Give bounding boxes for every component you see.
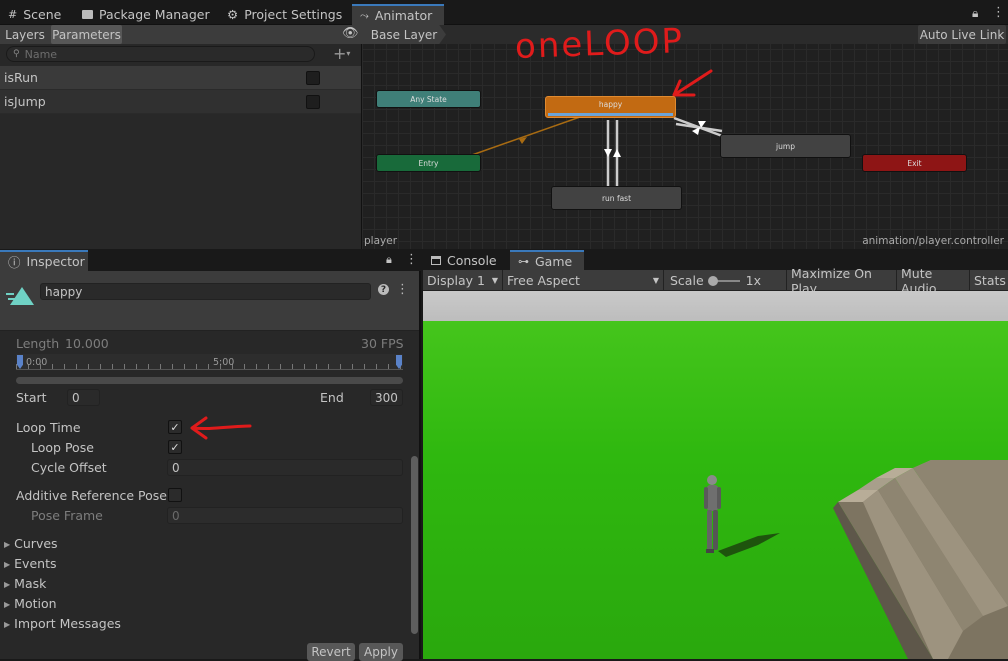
timeline-scrollbar[interactable] [16,377,403,384]
gear-icon: ⚙ [227,7,239,22]
aspect-dropdown[interactable]: Free Aspect ▼ [503,270,664,291]
check-icon: ✓ [170,420,180,434]
stairs [833,460,1008,659]
start-field[interactable]: 0 [67,389,100,406]
tab-package-manager[interactable]: Package Manager [74,4,218,25]
display-dropdown[interactable]: Display 1 ▼ [423,270,503,291]
package-icon [82,10,93,19]
tab-console[interactable]: Console [423,250,505,270]
game-viewport[interactable] [423,291,1008,659]
caret-right-icon: ▶ [4,540,11,549]
tab-project-settings[interactable]: ⚙ Project Settings [219,4,350,25]
end-field[interactable]: 300 [370,389,403,406]
tab-animator[interactable]: ⤳ Animator [352,4,444,25]
isrun-checkbox[interactable] [306,71,320,85]
loop-pose-checkbox[interactable]: ✓ [168,440,182,454]
graph-footer-right: animation/player.controller [862,235,1004,247]
start-label: Start [16,390,47,405]
console-icon [431,255,441,265]
caret-right-icon: ▶ [4,620,11,629]
foldout-curves[interactable]: ▶ Curves [4,536,58,551]
animation-clip-icon [6,287,34,305]
end-label: End [320,390,344,405]
tab-inspector[interactable]: ⓘ Inspector [0,250,88,271]
scale-control[interactable]: Scale 1x [666,270,787,291]
more-menu-icon[interactable]: ⋮ [405,252,418,267]
apply-button[interactable]: Apply [359,643,403,661]
inspector-header [0,271,419,331]
tick-label-mid: 5:00 [213,357,235,368]
caret-right-icon: ▶ [4,600,11,609]
foldout-mask[interactable]: ▶ Mask [4,576,46,591]
transition-arrow [604,149,612,157]
state-entry[interactable]: Entry [376,154,481,172]
search-icon: ⚲ [13,49,20,59]
annotation-arrow [190,416,252,440]
state-jump[interactable]: jump [720,134,851,158]
param-search-input[interactable]: ⚲ Name [6,46,315,62]
clip-name-field[interactable]: happy [40,283,371,300]
foldout-import-messages[interactable]: ▶ Import Messages [4,616,121,631]
player-character [704,475,780,557]
isjump-checkbox[interactable] [306,95,320,109]
state-any-state[interactable]: Any State [376,90,481,108]
cycle-offset-label: Cycle Offset [31,460,107,475]
timeline-ruler[interactable] [16,354,403,370]
scale-slider-thumb[interactable] [707,275,718,286]
help-icon[interactable]: ? [378,284,389,295]
check-icon: ✓ [170,440,180,454]
transition-entry-happy [471,116,581,156]
loop-time-label: Loop Time [16,420,81,435]
fps-value: 30 FPS [361,336,404,351]
info-icon: ⓘ [8,255,21,270]
caret-right-icon: ▶ [4,560,11,569]
dropdown-arrow-icon: ▼ [652,276,659,285]
more-menu-icon[interactable]: ⋮ [396,282,409,297]
sky [423,291,1008,321]
lock-icon[interactable]: 🔒︎ [972,6,978,21]
tab-parameters[interactable]: Parameters [51,25,122,44]
graph-footer-left: player [364,235,398,247]
handwritten-annotation: oneLOOP [514,21,685,67]
loop-time-checkbox[interactable]: ✓ [168,420,182,434]
pose-frame-label: Pose Frame [31,508,103,523]
foldout-events[interactable]: ▶ Events [4,556,56,571]
transition-arrow [613,149,621,157]
additive-ref-pose-label: Additive Reference Pose [16,488,167,503]
lock-icon[interactable]: 🔒︎ [386,253,392,267]
annotation-arrow [672,69,713,97]
transitions-layer [471,69,726,186]
more-menu-icon[interactable]: ⋮ [992,5,1005,20]
loop-pose-label: Loop Pose [31,440,94,455]
scale-slider[interactable] [707,275,740,286]
pose-frame-field: 0 [167,507,403,524]
grid-icon: # [8,8,18,21]
state-happy[interactable]: happy [545,96,676,118]
state-exit[interactable]: Exit [862,154,967,172]
stats-toggle[interactable]: Stats [970,270,1008,291]
state-run-fast[interactable]: run fast [551,186,682,210]
revert-button[interactable]: Revert [307,643,355,661]
length-value: 10.000 [65,336,109,351]
tick-label-start: 0:00 [26,357,48,368]
add-parameter-button[interactable]: +▾ [333,44,350,63]
caret-right-icon: ▶ [4,580,11,589]
length-label: Length [16,336,60,351]
additive-ref-pose-checkbox[interactable] [168,488,182,502]
dropdown-arrow-icon: ▼ [491,276,498,285]
mute-audio-toggle[interactable]: Mute Audio [897,266,970,296]
tab-scene[interactable]: # Scene [0,4,69,25]
gamepad-icon: ⊶ [518,254,529,268]
cycle-offset-field[interactable]: 0 [167,459,403,476]
state-progress-bar [548,113,673,116]
tab-layers[interactable]: Layers [2,25,48,44]
eye-icon[interactable]: 👁︎ [342,26,359,41]
maximize-on-play-toggle[interactable]: Maximize On Play [787,266,897,296]
animator-icon: ⤳ [360,8,369,22]
foldout-motion[interactable]: ▶ Motion [4,596,57,611]
inspector-scrollbar-thumb[interactable] [411,456,418,634]
tab-game[interactable]: ⊶ Game [510,250,584,270]
